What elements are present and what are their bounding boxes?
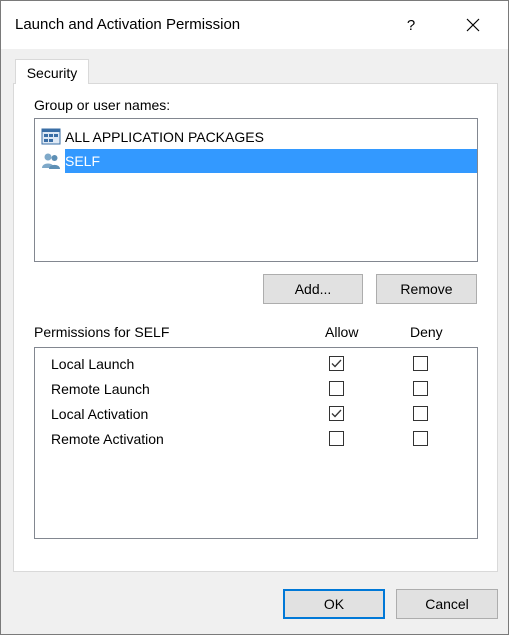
allow-checkbox-local-activation[interactable] [329,406,344,421]
allow-checkbox-remote-activation[interactable] [329,431,344,446]
add-button[interactable]: Add... [263,274,363,304]
tab-security[interactable]: Security [15,59,89,85]
permission-row-remote-launch: Remote Launch [51,379,150,399]
remove-button[interactable]: Remove [376,274,477,304]
permission-name: Local Activation [51,406,149,422]
permission-row-local-launch: Local Launch [51,354,134,374]
list-item-label: ALL APPLICATION PACKAGES [65,129,264,145]
deny-checkbox-local-launch[interactable] [413,356,428,371]
cancel-button[interactable]: Cancel [396,589,498,619]
help-button[interactable]: ? [393,9,429,41]
permission-name: Remote Activation [51,431,164,447]
list-item-self[interactable]: SELF [41,149,101,173]
users-icon [42,153,60,169]
ok-button[interactable]: OK [283,589,385,619]
allow-column-header: Allow [325,324,359,340]
permission-row-remote-activation: Remote Activation [51,429,164,449]
group-user-listbox[interactable]: ALL APPLICATION PACKAGES SELF [34,118,478,262]
allow-checkbox-remote-launch[interactable] [329,381,344,396]
deny-checkbox-local-activation[interactable] [413,406,428,421]
deny-column-header: Deny [410,324,443,340]
selection-highlight [65,149,477,173]
permissions-list: Local Launch Remote Launch Local Activat… [34,347,478,539]
checkmark-icon [331,409,342,418]
permission-row-local-activation: Local Activation [51,404,148,424]
group-or-user-names-label: Group or user names: [34,97,171,113]
tab-security-label: Security [26,64,78,81]
window-title: Launch and Activation Permission [15,16,241,33]
permission-name: Local Launch [51,356,135,372]
permissions-for-label: Permissions for SELF [34,324,170,340]
checkmark-icon [331,359,342,368]
dialog-window: Launch and Activation Permission ? Secur… [0,0,509,635]
help-icon: ? [406,16,416,34]
list-item-label: SELF [65,153,101,169]
permission-name: Remote Launch [51,381,150,397]
list-item-all-application-packages[interactable]: ALL APPLICATION PACKAGES [41,125,264,149]
allow-checkbox-local-launch[interactable] [329,356,344,371]
deny-checkbox-remote-launch[interactable] [413,381,428,396]
close-icon [466,18,480,32]
deny-checkbox-remote-activation[interactable] [413,431,428,446]
app-packages-icon [41,128,61,145]
close-button[interactable] [451,9,495,41]
title-bar: Launch and Activation Permission ? [1,1,508,49]
